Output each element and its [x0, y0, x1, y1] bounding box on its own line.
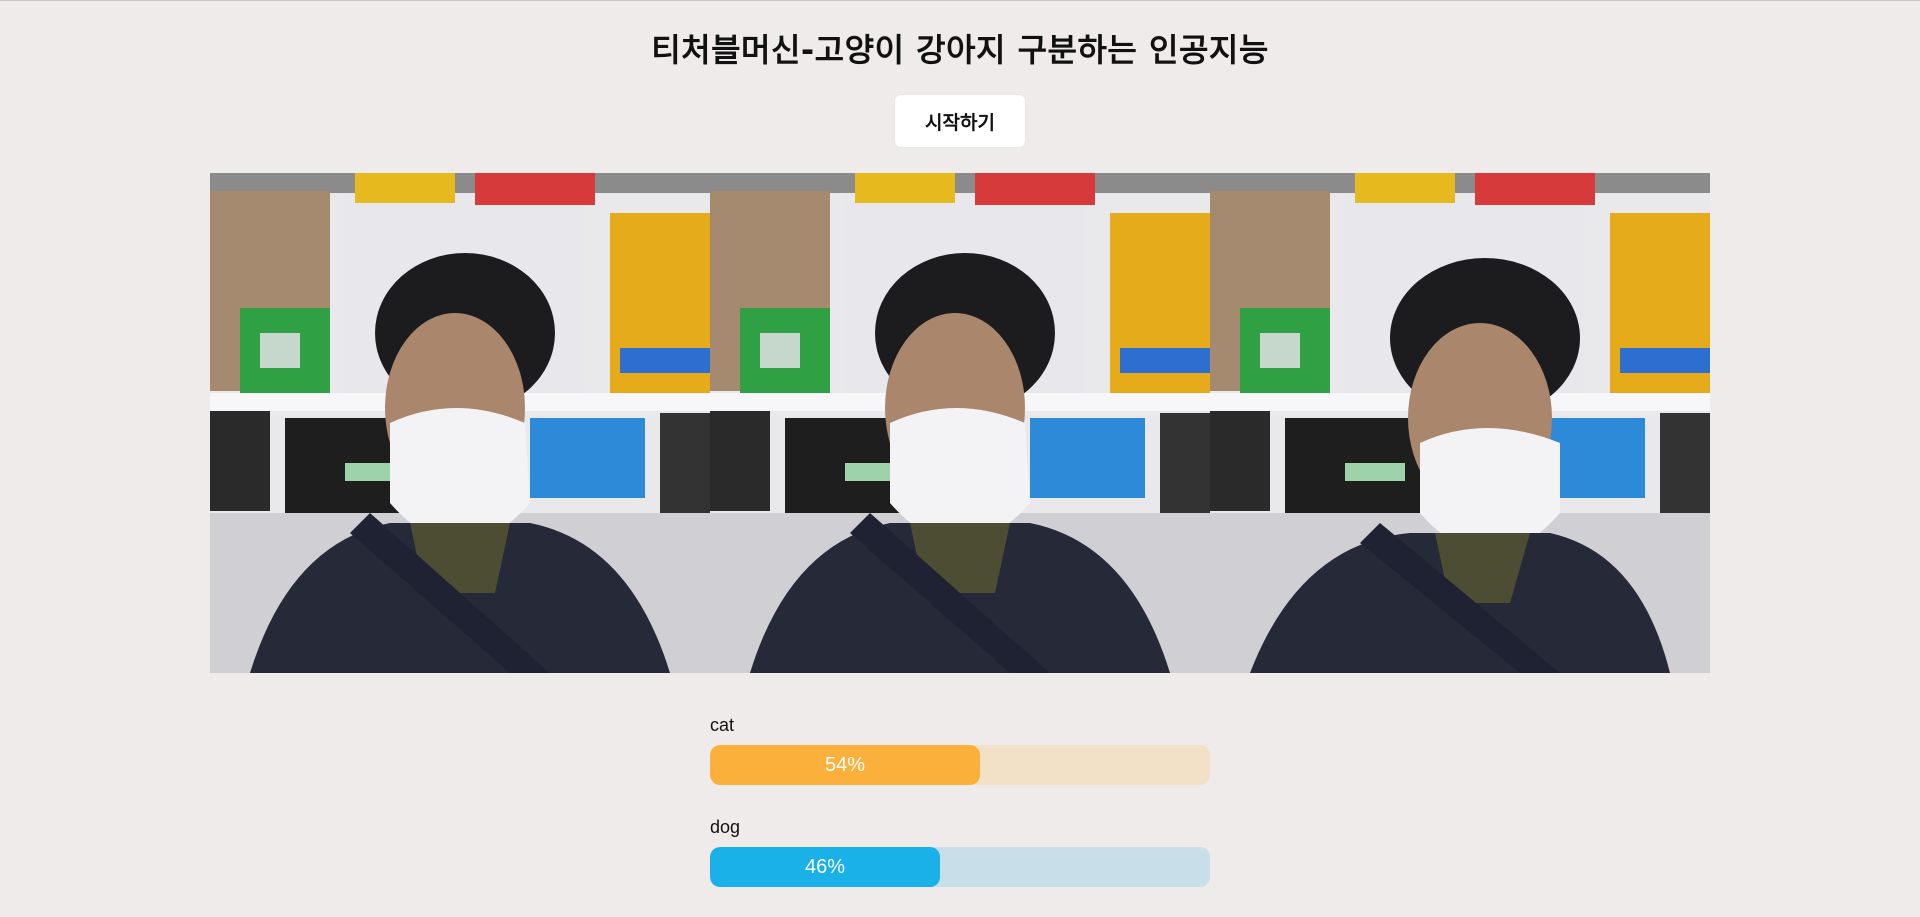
probability-bar-track: 46%: [710, 847, 1210, 887]
start-button[interactable]: 시작하기: [895, 95, 1025, 147]
webcam-image: [1210, 173, 1710, 673]
prediction-cat: cat 54%: [710, 713, 1210, 785]
webcam-frame: [1210, 173, 1710, 673]
webcam-preview-strip: [210, 173, 1710, 673]
prediction-dog: dog 46%: [710, 815, 1210, 887]
webcam-image: [710, 173, 1210, 673]
webcam-frame: [210, 173, 710, 673]
webcam-image: [210, 173, 710, 673]
probability-bar-track: 54%: [710, 745, 1210, 785]
webcam-frame: [710, 173, 1210, 673]
class-label: cat: [710, 715, 735, 735]
class-label: dog: [710, 817, 741, 837]
probability-bar-fill: 46%: [710, 847, 940, 887]
prediction-results: cat 54% dog 46%: [710, 713, 1210, 917]
probability-bar-fill: 54%: [710, 745, 980, 785]
page-title: 티처블머신-고양이 강아지 구분하는 인공지능: [651, 31, 1269, 69]
